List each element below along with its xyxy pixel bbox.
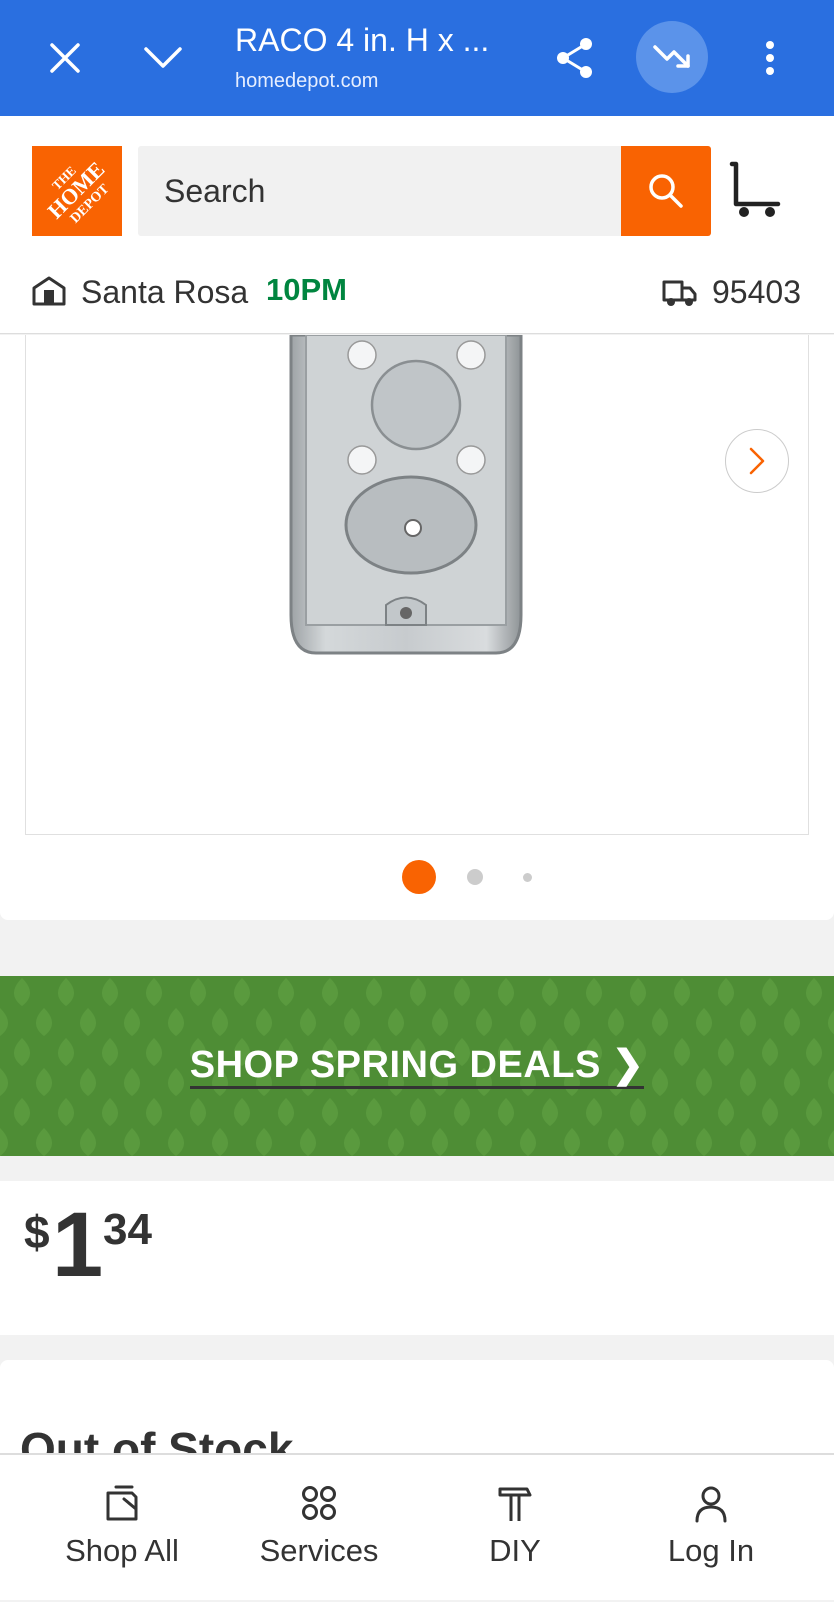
store-hours: 10PM [266, 272, 347, 307]
browser-toolbar: RACO 4 in. H x ... homedepot.com [0, 0, 834, 116]
gallery-dot[interactable] [467, 869, 483, 885]
nav-label: Services [259, 1533, 379, 1568]
hammer-icon [415, 1485, 615, 1527]
price-cents: 34 [103, 1205, 152, 1254]
promo-banner[interactable]: SHOP SPRING DEALS ❯ [0, 976, 834, 1156]
shop-spring-deals-link[interactable]: SHOP SPRING DEALS ❯ [189, 1044, 645, 1089]
store-icon [32, 276, 66, 311]
product-gallery [0, 335, 834, 920]
cart-icon[interactable] [728, 160, 784, 220]
product-image[interactable] [25, 335, 809, 835]
bottom-navigation: Shop All Services DIY Log In [0, 1453, 834, 1600]
nav-label: DIY [489, 1533, 541, 1568]
page-title[interactable]: RACO 4 in. H x ... [235, 22, 489, 59]
nav-services[interactable]: Services [219, 1455, 419, 1602]
gallery-dot[interactable] [523, 873, 532, 882]
home-depot-logo[interactable]: THE HOME DEPOT [32, 146, 122, 236]
site-header: THE HOME DEPOT Search Santa Rosa 10PM 95… [0, 116, 834, 334]
price-section: $ 1 34 [0, 1181, 834, 1335]
store-info-row[interactable]: Santa Rosa 10PM 95403 [0, 262, 834, 322]
tag-icon [22, 1485, 222, 1527]
trending-down-icon [653, 45, 690, 68]
chevron-right-icon [749, 447, 765, 475]
price-dollar-sign: $ [24, 1206, 50, 1258]
more-vert-icon[interactable] [740, 28, 800, 88]
nav-diy[interactable]: DIY [415, 1455, 615, 1602]
share-icon[interactable] [545, 28, 605, 88]
nav-shop-all[interactable]: Shop All [22, 1455, 222, 1602]
user-icon [611, 1485, 811, 1527]
price-whole: 1 [52, 1194, 104, 1296]
gallery-dot-active[interactable] [402, 860, 436, 894]
delivery-truck-icon [662, 278, 698, 313]
nav-label: Shop All [65, 1533, 179, 1568]
chevron-down-icon[interactable] [133, 28, 193, 88]
delivery-zip-code[interactable]: 95403 [712, 274, 801, 311]
grid-icon [219, 1485, 419, 1527]
search-icon [649, 174, 683, 208]
store-name[interactable]: Santa Rosa [81, 274, 248, 311]
close-icon[interactable] [35, 28, 95, 88]
next-image-button[interactable] [725, 429, 789, 493]
search-button[interactable] [621, 146, 711, 236]
search-input[interactable]: Search [138, 146, 622, 236]
price-tracking-button[interactable] [636, 21, 708, 93]
nav-log-in[interactable]: Log In [611, 1455, 811, 1602]
search-placeholder: Search [164, 173, 266, 209]
page-url[interactable]: homedepot.com [235, 70, 378, 93]
nav-label: Log In [667, 1533, 755, 1568]
